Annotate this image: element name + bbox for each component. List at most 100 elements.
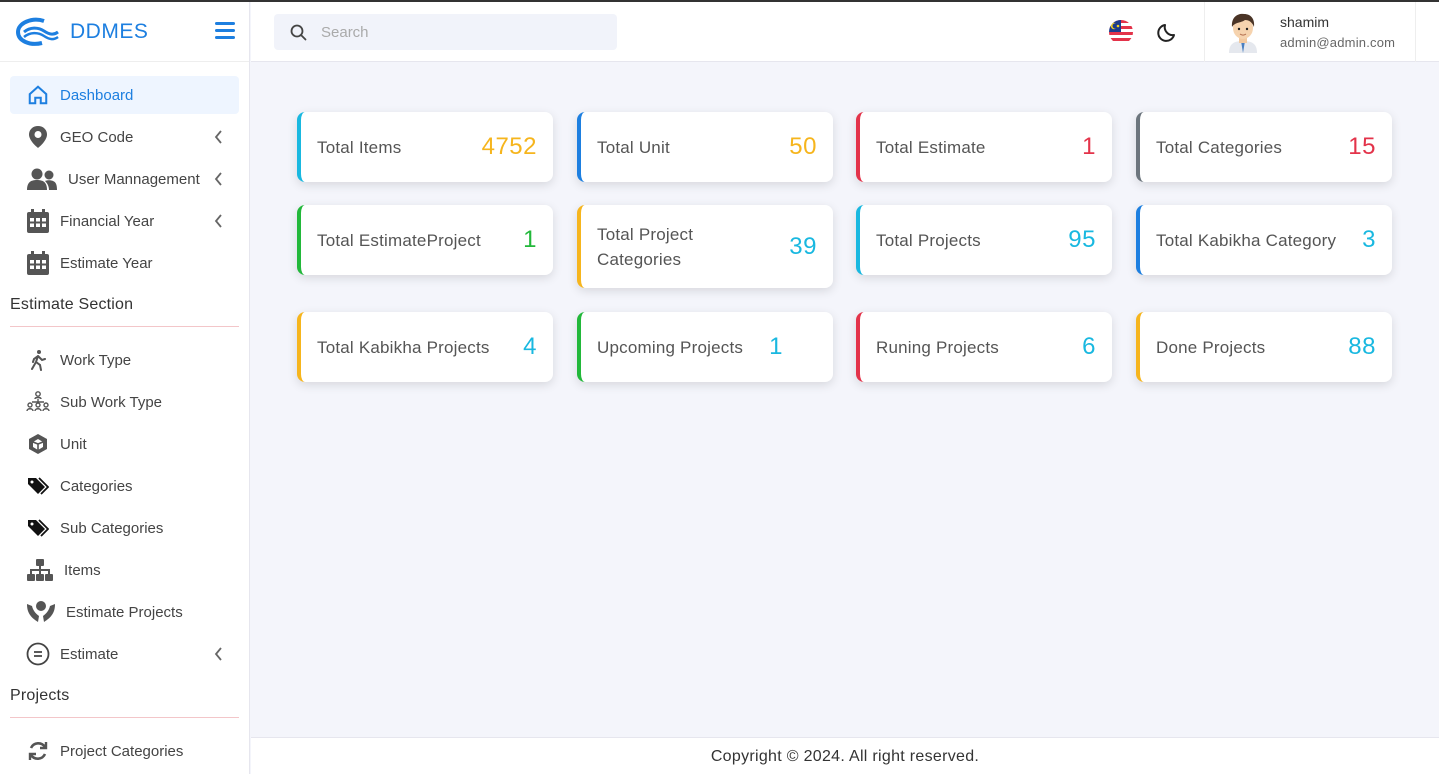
sidebar-item-items[interactable]: Items xyxy=(10,551,239,589)
sidebar-item-label: Estimate Projects xyxy=(66,603,183,621)
user-name: shamim xyxy=(1280,14,1330,30)
brand-name: DDMES xyxy=(70,19,149,43)
sidebar-item-label: Sub Categories xyxy=(60,519,164,537)
walking-person-icon xyxy=(26,348,50,372)
sidebar-item-label: Estimate Year xyxy=(60,254,153,272)
calendar-icon xyxy=(26,209,50,233)
user-email: admin@admin.com xyxy=(1280,35,1396,50)
chevron-left-icon xyxy=(214,172,222,186)
logo-icon xyxy=(15,17,59,46)
sidebar-item-geo-code[interactable]: GEO Code xyxy=(10,118,239,156)
sidebar-item-work-type[interactable]: Work Type xyxy=(10,341,239,379)
menu-toggle-icon[interactable] xyxy=(215,22,235,40)
sidebar-item-sub-work-type[interactable]: Sub Work Type xyxy=(10,383,239,421)
sidebar-nav: Dashboard GEO Code User Mannagement Fina… xyxy=(0,62,249,770)
stat-card-title: Total Kabikha Category xyxy=(1156,230,1337,250)
chevron-left-icon xyxy=(214,130,222,144)
sidebar-item-label: GEO Code xyxy=(60,128,134,146)
stat-card-title: Total Categories xyxy=(1156,137,1283,157)
hands-icon xyxy=(26,600,56,624)
sidebar-item-estimate[interactable]: Estimate xyxy=(10,635,239,673)
search-icon xyxy=(290,24,307,40)
stat-card[interactable]: Runing Projects 6 xyxy=(856,312,1112,382)
sidebar-item-label: Dashboard xyxy=(60,86,134,104)
sidebar-item-sub-categories[interactable]: Sub Categories xyxy=(10,509,239,547)
stat-card[interactable]: Total Kabikha Projects 4 xyxy=(297,312,553,382)
stat-card-value: 3 xyxy=(1362,226,1376,253)
stat-card[interactable]: Total Estimate 1 xyxy=(856,112,1112,182)
stat-card-value: 95 xyxy=(1068,226,1096,253)
home-icon xyxy=(26,83,50,107)
stat-card-value: 1 xyxy=(1082,133,1096,160)
sidebar-item-label: Categories xyxy=(60,477,133,495)
sidebar-item-label: Sub Work Type xyxy=(60,393,162,411)
stat-card-value: 1 xyxy=(523,226,537,253)
sidebar-item-label: Estimate xyxy=(60,645,119,663)
cube-icon xyxy=(26,432,50,456)
stat-card-title: Total Estimate xyxy=(876,137,986,157)
stat-card-value: 15 xyxy=(1348,133,1376,160)
language-flag-icon[interactable] xyxy=(1109,20,1133,44)
sidebar: DDMES Dashboard GEO Code User Mannagemen… xyxy=(0,2,250,774)
sidebar-item-estimate-year[interactable]: Estimate Year xyxy=(10,244,239,282)
chevron-left-icon xyxy=(214,647,222,661)
refresh-icon xyxy=(26,739,50,763)
sidebar-item-label: Financial Year xyxy=(60,212,155,230)
section-title-estimate: Estimate Section xyxy=(10,286,239,327)
equals-circle-icon xyxy=(26,642,50,666)
stat-card[interactable]: Total Projects 95 xyxy=(856,205,1112,275)
stat-card-title: Total Unit xyxy=(597,137,670,157)
people-network-icon xyxy=(26,390,50,414)
stat-card-value: 50 xyxy=(789,133,817,160)
stat-card[interactable]: Total Unit 50 xyxy=(577,112,833,182)
stat-card-title: Total Kabikha Projects xyxy=(317,337,490,357)
brand[interactable]: DDMES xyxy=(0,2,249,62)
stat-card-value: 4 xyxy=(523,333,537,360)
tags-icon xyxy=(26,516,50,540)
stat-card-title: Total EstimateProject xyxy=(317,230,481,250)
sidebar-item-categories[interactable]: Categories xyxy=(10,467,239,505)
sidebar-item-label: User Mannagement xyxy=(68,170,200,188)
map-pin-icon xyxy=(26,125,50,149)
stat-card-title: Done Projects xyxy=(1156,337,1266,357)
sidebar-item-project-categories[interactable]: Project Categories xyxy=(10,732,239,770)
stat-card-value: 4752 xyxy=(481,133,537,160)
topbar: shamim admin@admin.com xyxy=(251,2,1439,62)
sidebar-item-financial-year[interactable]: Financial Year xyxy=(10,202,239,240)
stat-card-value: 88 xyxy=(1348,333,1376,360)
sidebar-item-label: Unit xyxy=(60,435,87,453)
footer: Copyright © 2024. All right reserved. xyxy=(251,737,1439,774)
search-box[interactable] xyxy=(274,14,617,50)
stat-card[interactable]: Total Categories 15 xyxy=(1136,112,1392,182)
stat-card-value: 39 xyxy=(789,232,817,260)
stat-card-value: 1 xyxy=(769,333,783,360)
stat-card-title: Upcoming Projects xyxy=(597,337,744,357)
dark-mode-icon[interactable] xyxy=(1157,21,1179,43)
sidebar-item-estimate-projects[interactable]: Estimate Projects xyxy=(10,593,239,631)
stat-card-title: Total Projects xyxy=(876,230,981,250)
users-icon xyxy=(26,167,58,191)
sidebar-item-unit[interactable]: Unit xyxy=(10,425,239,463)
sidebar-item-label: Work Type xyxy=(60,351,132,369)
sitemap-icon xyxy=(26,558,54,582)
sidebar-item-label: Project Categories xyxy=(60,742,184,760)
stat-card-title: Runing Projects xyxy=(876,337,1000,357)
stat-card[interactable]: Total Project Categories 39 xyxy=(577,205,833,288)
chevron-left-icon xyxy=(214,214,222,228)
sidebar-item-user-management[interactable]: User Mannagement xyxy=(10,160,239,198)
avatar xyxy=(1229,13,1257,53)
stat-card[interactable]: Upcoming Projects 1 xyxy=(577,312,833,382)
stat-card[interactable]: Total EstimateProject 1 xyxy=(297,205,553,275)
search-input[interactable] xyxy=(321,23,601,41)
section-title-projects: Projects xyxy=(10,677,239,718)
stat-card-value: 6 xyxy=(1082,333,1096,360)
stat-card-title: Total Items xyxy=(317,137,402,157)
sidebar-item-dashboard[interactable]: Dashboard xyxy=(10,76,239,114)
tags-icon xyxy=(26,474,50,498)
sidebar-item-label: Items xyxy=(64,561,101,579)
stat-card[interactable]: Total Items 4752 xyxy=(297,112,553,182)
user-profile[interactable]: shamim admin@admin.com xyxy=(1204,2,1416,62)
stat-card[interactable]: Total Kabikha Category 3 xyxy=(1136,205,1392,275)
stat-card[interactable]: Done Projects 88 xyxy=(1136,312,1392,382)
stat-card-title: Total Project Categories xyxy=(597,224,694,269)
